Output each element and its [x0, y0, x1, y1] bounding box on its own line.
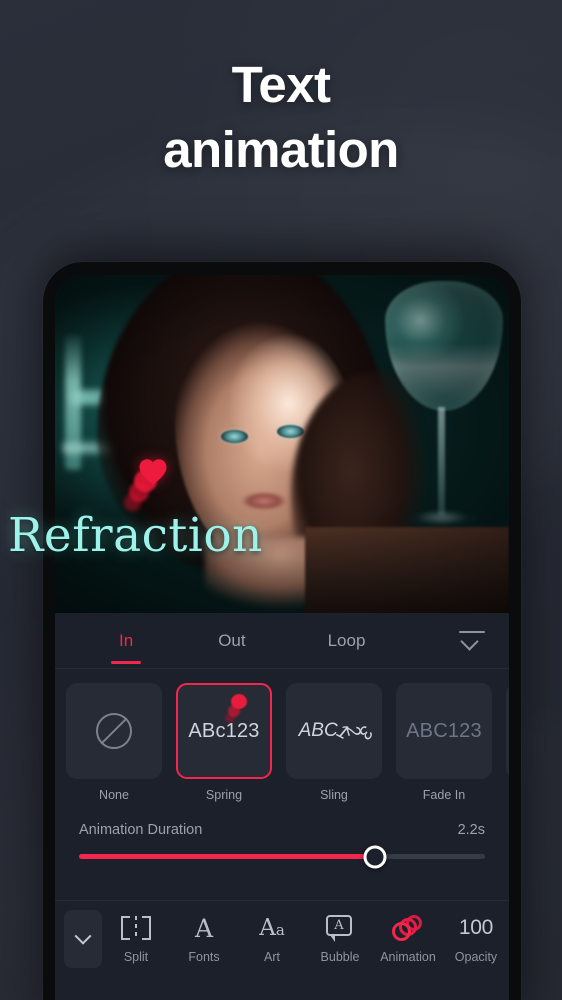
chevron-down-icon [460, 632, 479, 651]
tool-label: Opacity [454, 950, 498, 964]
preset-thumbnail[interactable] [506, 683, 509, 779]
preset-spring[interactable]: ABc123 Spring [176, 683, 272, 802]
text-tool-bar: Split A Fonts Aa Art A Bubble Animation … [55, 900, 509, 976]
tab-loop[interactable]: Loop [322, 631, 372, 651]
animation-preset-list[interactable]: None ABc123 Spring ABC123 Sling ABC123 F… [55, 669, 509, 802]
opacity-number: 100 [458, 916, 494, 939]
collapse-bar [459, 631, 485, 633]
animation-tab-bar: In Out Loop [55, 613, 509, 669]
tool-label: Bubble [320, 950, 360, 964]
tool-bubble[interactable]: A Bubble [306, 913, 374, 964]
tool-label: Fonts [188, 950, 220, 964]
preset-next-partial[interactable] [506, 683, 509, 802]
headline-line-2: animation [163, 121, 399, 179]
preset-sling[interactable]: ABC123 Sling [286, 683, 382, 802]
chevron-down-icon [74, 927, 92, 945]
duration-label: Animation Duration [79, 822, 203, 838]
preset-label: Spring [205, 788, 243, 802]
preset-preview-text: ABC123 [406, 719, 482, 742]
preset-thumbnail[interactable] [66, 683, 162, 779]
tab-in[interactable]: In [113, 631, 139, 651]
phone-screen: In Out Loop None ABc123 Spring ABC123 Sl… [55, 275, 509, 1000]
tool-animation[interactable]: Animation [374, 913, 442, 964]
letter-aa-icon: Aa [259, 914, 285, 941]
preset-thumbnail[interactable]: ABC123 [286, 683, 382, 779]
tool-label: Animation [380, 950, 436, 964]
speech-bubble-a-icon: A [326, 913, 354, 943]
preset-label: Fade In [422, 788, 466, 802]
page-title: Text animation [0, 52, 562, 183]
collapse-panel-icon[interactable] [459, 629, 485, 653]
preset-thumbnail[interactable]: ABC123 [396, 683, 492, 779]
duration-value: 2.2s [457, 822, 485, 838]
tool-art[interactable]: Aa Art [238, 913, 306, 964]
preset-label: None [99, 788, 129, 802]
preset-none[interactable]: None [66, 683, 162, 802]
animation-duration-control: Animation Duration 2.2s [55, 802, 509, 868]
preset-thumbnail[interactable]: ABc123 [176, 683, 272, 779]
collapse-toolbar-button[interactable] [64, 909, 102, 968]
promo-page: Text animation In Out Loop None ABc123 S… [0, 0, 562, 1000]
slider-fill [79, 854, 376, 859]
tool-split[interactable]: Split [102, 913, 170, 964]
home-indicator-area [55, 976, 509, 1000]
preset-fade-in[interactable]: ABC123 Fade In [396, 683, 492, 802]
letter-a-icon: A [194, 913, 214, 943]
no-entry-icon [96, 713, 132, 749]
duration-slider[interactable] [79, 845, 485, 868]
headline-line-1: Text [231, 56, 331, 113]
slider-thumb[interactable] [363, 845, 387, 868]
heart-blob-icon [224, 693, 250, 723]
split-brackets-icon [121, 913, 151, 943]
preset-label: Sling [320, 788, 348, 802]
video-vignette [55, 275, 509, 613]
phone-mockup: In Out Loop None ABc123 Spring ABC123 Sl… [43, 262, 521, 1000]
tool-label: Art [264, 950, 280, 964]
tool-opacity[interactable]: 100 Opacity [442, 913, 509, 964]
tab-out[interactable]: Out [212, 631, 251, 651]
tool-label: Split [123, 950, 149, 964]
video-preview[interactable] [55, 275, 509, 613]
preset-preview-text: ABC123 [298, 720, 377, 745]
animation-panel: In Out Loop None ABc123 Spring ABC123 Sl… [55, 613, 509, 1000]
rings-icon [392, 913, 424, 943]
opacity-value: 100 [459, 913, 493, 943]
tool-fonts[interactable]: A Fonts [170, 913, 238, 965]
